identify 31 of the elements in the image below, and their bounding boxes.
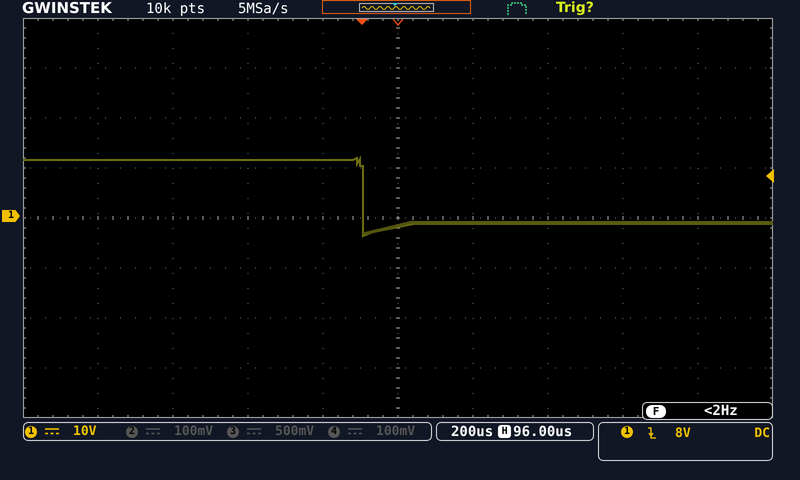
channel-scale: 10V <box>73 424 96 439</box>
frequency-value: <2Hz <box>704 403 738 419</box>
channel-number[interactable]: 4 <box>328 426 340 438</box>
horizontal-position: 96.00us <box>513 424 572 440</box>
channel-number[interactable]: 1 <box>25 426 37 438</box>
horizontal-label: H <box>498 425 512 438</box>
trigger-status: Trig? <box>556 0 594 16</box>
channel-scale: 100mV <box>376 424 416 439</box>
waveform-overview-icon <box>359 3 434 12</box>
falling-edge-icon <box>647 426 657 440</box>
channel-number[interactable]: 3 <box>227 426 239 438</box>
dc-coupling-icon <box>45 428 59 435</box>
dc-coupling-icon <box>348 428 362 435</box>
dc-coupling-icon <box>247 428 261 435</box>
trigger-level-marker <box>766 169 774 183</box>
record-length: 10k pts <box>146 1 206 17</box>
square-wave-icon <box>507 2 527 16</box>
horizontal-position-marker <box>392 18 404 26</box>
channel-marker: 1 <box>2 210 20 222</box>
trigger-level: 8V <box>675 426 691 441</box>
trigger-position-marker <box>356 19 368 25</box>
timebase-scale: 200us <box>451 424 494 440</box>
channel-number[interactable]: 2 <box>126 426 138 438</box>
frequency-label: F <box>646 404 666 418</box>
channel-scale: 100mV <box>174 424 214 439</box>
dc-coupling-icon <box>146 428 160 435</box>
channel-scale: 500mV <box>275 424 314 439</box>
brand-logo: GWINSTEK <box>22 0 112 16</box>
trigger-source: 1 <box>621 426 633 438</box>
trigger-coupling: DC <box>754 426 770 441</box>
sample-rate: 5MSa/s <box>238 1 289 17</box>
